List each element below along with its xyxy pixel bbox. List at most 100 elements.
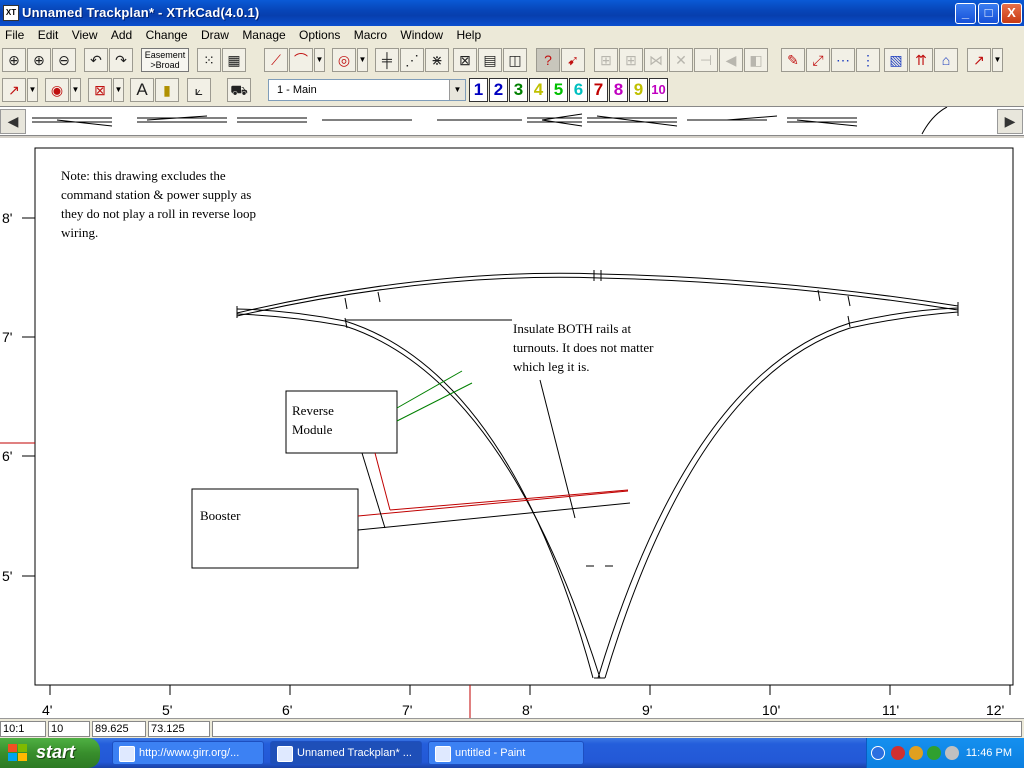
train-mode-icon[interactable]: ⛟ (227, 78, 251, 102)
circle-track-icon[interactable]: ◎ (332, 48, 356, 72)
zoom-in-icon[interactable]: ⊕ (27, 48, 51, 72)
structure-icon[interactable]: ⊠ (453, 48, 477, 72)
layer-button-6[interactable]: 6 (569, 78, 588, 102)
layer-button-2[interactable]: 2 (489, 78, 508, 102)
train-icon[interactable]: ◫ (503, 48, 527, 72)
layer-button-1[interactable]: 1 (469, 78, 488, 102)
above-icon[interactable]: ◧ (744, 48, 768, 72)
undo-icon[interactable]: ↶ (84, 48, 108, 72)
layer-button-8[interactable]: 8 (609, 78, 628, 102)
trackplan-drawing[interactable]: 8'7'6'5' 4' 5' 6' 7' 8' 9' 10' 11' 12' N… (0, 138, 1024, 718)
menu-macro[interactable]: Macro (349, 26, 392, 42)
tray-expand-icon[interactable] (871, 746, 885, 760)
rotate-icon[interactable]: ⊞ (619, 48, 643, 72)
turntable-icon[interactable]: ⋇ (425, 48, 449, 72)
tray-network-icon[interactable] (909, 746, 923, 760)
hotbar-track-items[interactable] (27, 107, 997, 135)
grid-icon[interactable]: ▦ (222, 48, 246, 72)
parallel-icon[interactable]: ⇈ (909, 48, 933, 72)
taskbar-item-browser[interactable]: http://www.girr.org/... (112, 741, 264, 765)
layout-canvas[interactable]: 8' 7' 6' 5' 4' 5' 6' 7' 8' 9' 10' 11' 12' (0, 138, 1024, 718)
layer-button-9[interactable]: 9 (629, 78, 648, 102)
taskbar-item-paint[interactable]: untitled - Paint (428, 741, 584, 765)
track-top-rail-1 (236, 272, 959, 314)
menu-change[interactable]: Change (141, 26, 193, 42)
redo-icon[interactable]: ↷ (109, 48, 133, 72)
booster-box (191, 488, 359, 569)
helix-icon[interactable]: ⋰ (400, 48, 424, 72)
connect-icon[interactable]: ⊣ (694, 48, 718, 72)
layer-select[interactable]: 1 - Main ▼ (268, 79, 466, 101)
layer-button-5[interactable]: 5 (549, 78, 568, 102)
draw-box-dropdown-icon[interactable]: ▼ (113, 78, 124, 102)
track-right-leg-rail-1 (597, 307, 959, 679)
layer-button-10[interactable]: 10 (649, 78, 668, 102)
move-icon[interactable]: ⊞ (594, 48, 618, 72)
flip-icon[interactable]: ⋈ (644, 48, 668, 72)
snap-grid-icon[interactable]: ⁙ (197, 48, 221, 72)
draw-line-icon[interactable]: ↗ (2, 78, 26, 102)
turnout-icon[interactable]: ╪ (375, 48, 399, 72)
profile-icon[interactable]: ⋯ (831, 48, 855, 72)
bridge-icon[interactable]: ⌂ (934, 48, 958, 72)
taskbar: start http://www.girr.org/... Unnamed Tr… (0, 738, 1024, 768)
zoom-out-icon[interactable]: ⊖ (52, 48, 76, 72)
tray-volume-icon[interactable] (945, 746, 959, 760)
circle-dropdown-icon[interactable]: ▼ (357, 48, 368, 72)
draw-circle-dropdown-icon[interactable]: ▼ (70, 78, 81, 102)
draw-circle-icon[interactable]: ◉ (45, 78, 69, 102)
line-draw-dropdown-icon[interactable]: ▼ (992, 48, 1003, 72)
menu-add[interactable]: Add (106, 26, 137, 42)
tray-update-icon[interactable] (927, 746, 941, 760)
layer-button-7[interactable]: 7 (589, 78, 608, 102)
menu-file[interactable]: File (0, 26, 29, 42)
describe-icon[interactable]: ? (536, 48, 560, 72)
text-tool-icon[interactable]: A (130, 78, 154, 102)
car-icon[interactable]: ▤ (478, 48, 502, 72)
hotbar-right-arrow-icon[interactable]: ▶ (997, 109, 1023, 134)
menu-view[interactable]: View (67, 26, 103, 42)
line-draw-icon[interactable]: ↗ (967, 48, 991, 72)
y-tick-label: 6' (2, 448, 12, 464)
draw-box-icon[interactable]: ⊠ (88, 78, 112, 102)
menu-options[interactable]: Options (294, 26, 345, 42)
hotbar-left-arrow-icon[interactable]: ◀ (0, 109, 26, 134)
layer-button-4[interactable]: 4 (529, 78, 548, 102)
menu-manage[interactable]: Manage (237, 26, 290, 42)
elevation-icon[interactable]: ⤢ (806, 48, 830, 72)
maximize-button[interactable]: □ (978, 3, 999, 24)
menu-help[interactable]: Help (451, 26, 486, 42)
zoom-fit-icon[interactable]: ⊕ (2, 48, 26, 72)
menu-window[interactable]: Window (395, 26, 448, 42)
insulate-line-2: turnouts. It does not matter (513, 340, 654, 355)
select-icon[interactable]: ➹ (561, 48, 585, 72)
tray-antivirus-icon[interactable] (891, 746, 905, 760)
easement-button[interactable]: Easement >Broad (141, 48, 189, 72)
note-icon[interactable]: ▮ (155, 78, 179, 102)
status-message (212, 721, 1022, 737)
close-button[interactable]: X (1001, 3, 1022, 24)
x-tick-label: 6' (282, 702, 292, 718)
main-toolbar: ⊕ ⊕ ⊖ ↶ ↷ Easement >Broad ⁙ ▦ ⟋ ⌒ ▼ ◎ ▼ … (0, 45, 1024, 75)
app-icon: XT (3, 5, 19, 21)
draw-line-dropdown-icon[interactable]: ▼ (27, 78, 38, 102)
modify-icon[interactable]: ✎ (781, 48, 805, 72)
taskbar-item-xtrkcad[interactable]: Unnamed Trackplan* ... (270, 741, 422, 765)
curved-track-icon[interactable]: ⌒ (289, 48, 313, 72)
split-icon[interactable]: ✕ (669, 48, 693, 72)
menu-edit[interactable]: Edit (33, 26, 64, 42)
tunnel-icon[interactable]: ◀ (719, 48, 743, 72)
minimize-button[interactable]: _ (955, 3, 976, 24)
start-button[interactable]: start (0, 738, 100, 768)
note-line-3: they do not play a roll in reverse loop (61, 206, 256, 221)
ruler-icon[interactable]: ⟀ (187, 78, 211, 102)
straight-track-icon[interactable]: ⟋ (264, 48, 288, 72)
taskbar-item-paint-label: untitled - Paint (455, 747, 526, 759)
status-x: 89.625 (92, 721, 146, 737)
menu-draw[interactable]: Draw (196, 26, 234, 42)
track-dropdown-icon[interactable]: ▼ (314, 48, 325, 72)
track-right-leg-rail-2 (604, 311, 959, 679)
join-icon[interactable]: ⋮ (856, 48, 880, 72)
layer-button-3[interactable]: 3 (509, 78, 528, 102)
block-icon[interactable]: ▧ (884, 48, 908, 72)
